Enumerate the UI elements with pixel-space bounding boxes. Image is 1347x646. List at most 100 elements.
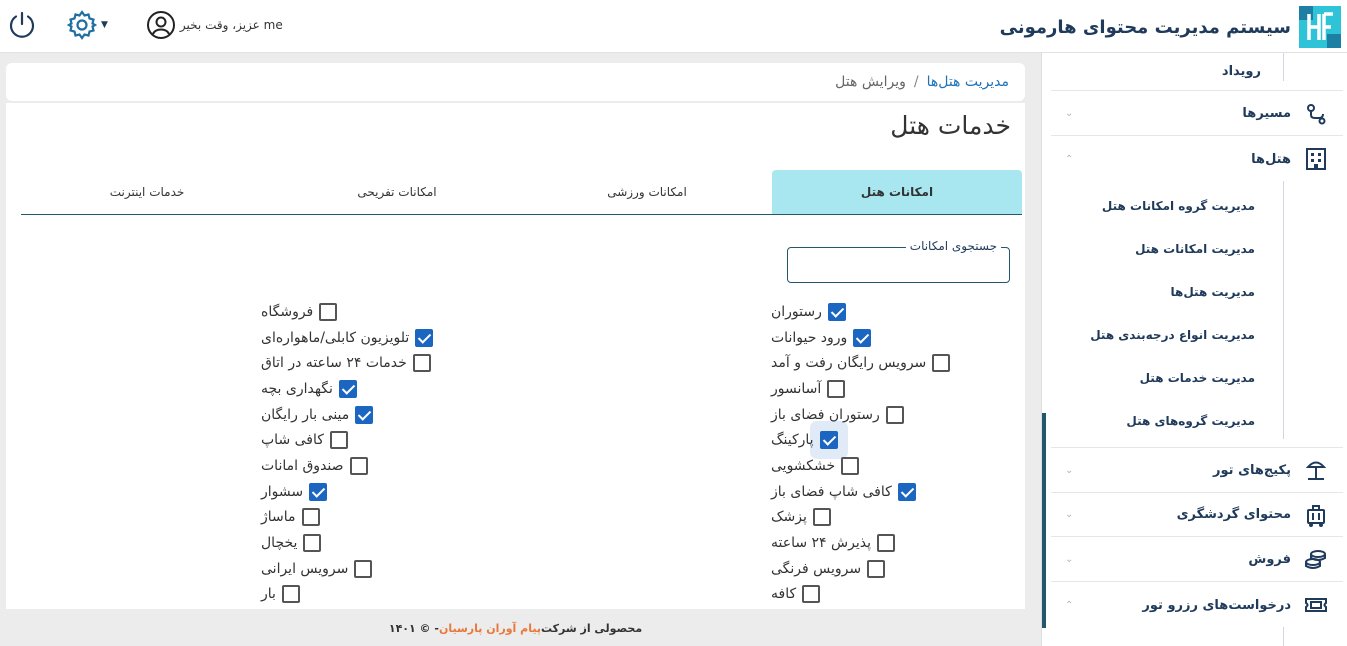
amenity-row[interactable]: خشکشویی xyxy=(771,453,1011,479)
harmony-logo-icon xyxy=(1299,6,1341,48)
sidebar-item-events[interactable]: رویداد xyxy=(1051,53,1343,91)
search-input[interactable] xyxy=(788,248,1009,282)
amenity-row[interactable]: خدمات ۲۴ ساعته در اتاق xyxy=(261,350,521,376)
amenity-row[interactable]: سرویس رایگان رفت و آمد xyxy=(771,350,1011,376)
amenity-row[interactable]: کافی شاپ xyxy=(261,427,521,453)
user-circle-icon xyxy=(146,11,175,39)
amenity-row[interactable]: رستوران xyxy=(771,299,1011,325)
amenity-row[interactable]: نگهداری بچه xyxy=(261,376,521,402)
amenity-row[interactable]: صندوق امانات xyxy=(261,453,521,479)
amenity-checkbox[interactable] xyxy=(349,456,368,475)
amenity-checkbox[interactable] xyxy=(827,379,846,398)
amenity-label: کافی شاپ فضای باز xyxy=(771,483,892,500)
sidebar-item-tour-requests[interactable]: درخواست‌های رزرو تور ⌃ xyxy=(1051,583,1343,627)
amenity-label: پزشک xyxy=(771,509,807,526)
amenity-checkbox[interactable] xyxy=(827,302,846,321)
amenity-checkbox[interactable] xyxy=(354,559,373,578)
app-title: سیستم مدیریت محتوای هارمونی xyxy=(999,16,1291,38)
amenity-checkbox[interactable] xyxy=(802,585,821,604)
sidebar-item-tour-packages[interactable]: پکیج‌های تور ⌄ xyxy=(1051,447,1343,493)
amenity-row[interactable]: ماساژ xyxy=(261,505,521,531)
amenity-checkbox[interactable] xyxy=(819,431,838,450)
submenu-line xyxy=(1283,181,1284,439)
amenity-row[interactable]: پزشک xyxy=(771,505,1011,531)
amenity-label: فروشگاه xyxy=(261,303,314,320)
breadcrumb-link-hotels[interactable]: مدیریت هتل‌ها xyxy=(927,74,1009,90)
sidebar-item-routes[interactable]: مسیرها ⌄ xyxy=(1051,92,1343,136)
amenity-row[interactable]: تلویزیون کابلی/ماهواره‌ای xyxy=(261,325,521,351)
tab-entertainment-amenities[interactable]: امکانات تفریحی xyxy=(272,170,522,214)
amenity-row[interactable]: ورود حیوانات xyxy=(771,325,1011,351)
sidebar-item-label: پکیج‌های تور xyxy=(1213,462,1291,478)
amenity-checkbox[interactable] xyxy=(412,354,431,373)
amenity-checkbox[interactable] xyxy=(309,482,328,501)
amenity-checkbox[interactable] xyxy=(338,379,357,398)
amenity-checkbox[interactable] xyxy=(876,534,895,553)
amenity-row[interactable]: آسانسور xyxy=(771,376,1011,402)
tab-internet-services[interactable]: خدمات اینترنت xyxy=(22,170,272,214)
sidebar-sub-item[interactable]: مدیریت امکانات هتل xyxy=(1135,242,1255,256)
amenity-checkbox[interactable] xyxy=(281,585,300,604)
sidebar-item-label: درخواست‌های رزرو تور xyxy=(1142,597,1291,613)
amenity-row[interactable]: سرویس ایرانی xyxy=(261,556,521,582)
amenity-label: نگهداری بچه xyxy=(261,380,333,397)
search-field: جستجوی امکانات xyxy=(787,239,1010,283)
amenity-checkbox[interactable] xyxy=(415,328,434,347)
amenity-row[interactable]: رستوران فضای باز xyxy=(771,402,1011,428)
amenity-checkbox[interactable] xyxy=(301,508,320,527)
amenity-label: ماساژ xyxy=(261,509,296,526)
search-label: جستجوی امکانات xyxy=(905,239,1001,253)
beach-umbrella-icon xyxy=(1305,461,1327,480)
amenity-checkbox[interactable] xyxy=(885,405,904,424)
amenity-label: کافی شاپ xyxy=(261,432,324,449)
submenu-line xyxy=(1283,627,1284,646)
chevron-up-icon: ⌃ xyxy=(1065,599,1074,611)
settings-menu[interactable]: ▼ xyxy=(66,9,108,41)
chevron-up-icon: ⌃ xyxy=(1065,153,1074,165)
amenity-row[interactable]: کافه xyxy=(771,582,1011,608)
amenity-label: سشوار xyxy=(261,483,304,500)
amenity-row[interactable]: فروشگاه xyxy=(261,299,521,325)
tab-sports-amenities[interactable]: امکانات ورزشی xyxy=(522,170,772,214)
amenity-row[interactable]: مینی بار رایگان xyxy=(261,402,521,428)
amenity-row[interactable]: بار xyxy=(261,582,521,608)
user-menu[interactable]: me عزیز، وقت بخیر xyxy=(146,10,283,40)
amenity-checkbox[interactable] xyxy=(319,302,338,321)
sidebar-sub-item[interactable]: مدیریت هتل‌ها xyxy=(1171,285,1255,299)
amenity-checkbox[interactable] xyxy=(932,354,951,373)
amenity-label: کافه xyxy=(771,586,797,603)
sidebar-scrollbar[interactable] xyxy=(1042,413,1046,628)
amenity-label: رستوران xyxy=(771,303,822,320)
sidebar: رویداد مسیرها ⌄ هتل‌ها ⌃ مدیریت گروه امک… xyxy=(1041,53,1347,646)
amenity-checkbox[interactable] xyxy=(867,559,886,578)
sidebar-sub-item[interactable]: مدیریت انواع درجه‌بندی هتل xyxy=(1090,328,1255,342)
sidebar-item-tourism-content[interactable]: محتوای گردشگری ⌄ xyxy=(1051,493,1343,537)
sidebar-sub-item[interactable]: مدیریت گروه امکانات هتل xyxy=(1102,199,1255,213)
amenity-checkbox[interactable] xyxy=(329,431,348,450)
amenity-checkbox[interactable] xyxy=(853,328,872,347)
sidebar-sub-item[interactable]: مدیریت خدمات هتل xyxy=(1140,371,1255,385)
amenity-row[interactable]: کافی شاپ فضای باز xyxy=(771,479,1011,505)
amenity-checkbox[interactable] xyxy=(812,508,831,527)
amenity-label: خدمات ۲۴ ساعته در اتاق xyxy=(261,355,407,372)
footer-company[interactable]: پیام آوران پارسیان xyxy=(439,622,541,635)
amenity-row[interactable]: سرویس فرنگی xyxy=(771,556,1011,582)
tab-hotel-amenities[interactable]: امکانات هتل xyxy=(772,170,1022,214)
sidebar-item-sales[interactable]: فروش ⌄ xyxy=(1051,538,1343,582)
amenity-checkbox[interactable] xyxy=(897,482,916,501)
amenity-row[interactable]: پارکینگ xyxy=(771,427,1011,453)
sidebar-item-hotels[interactable]: هتل‌ها ⌃ xyxy=(1051,137,1343,181)
amenity-row[interactable]: سشوار xyxy=(261,479,521,505)
amenity-checkbox[interactable] xyxy=(303,534,322,553)
amenity-label: صندوق امانات xyxy=(261,457,344,474)
amenity-row[interactable]: پذیرش ۲۴ ساعته xyxy=(771,530,1011,556)
amenity-checkbox[interactable] xyxy=(355,405,374,424)
amenity-checkbox[interactable] xyxy=(841,456,860,475)
power-icon[interactable] xyxy=(6,9,38,41)
sidebar-item-label: فروش xyxy=(1248,552,1291,567)
amenity-row[interactable]: یخچال xyxy=(261,530,521,556)
amenity-label: سرویس ایرانی xyxy=(261,560,349,577)
brand[interactable]: سیستم مدیریت محتوای هارمونی xyxy=(1000,4,1343,50)
luggage-icon xyxy=(1307,504,1325,527)
sidebar-sub-item[interactable]: مدیریت گروه‌های هتل xyxy=(1126,414,1255,428)
